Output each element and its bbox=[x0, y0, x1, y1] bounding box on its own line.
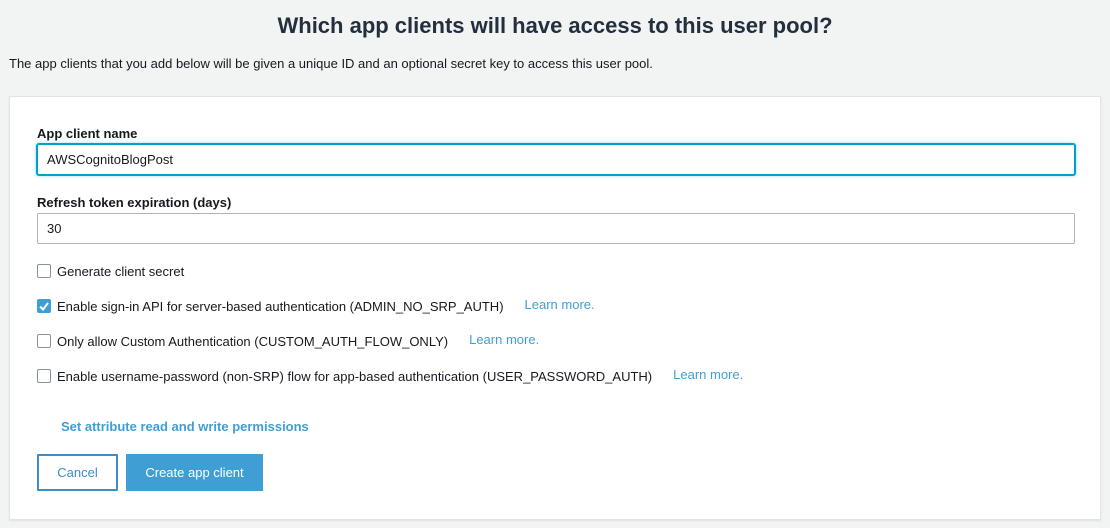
option-label: Enable username-password (non-SRP) flow … bbox=[57, 368, 653, 384]
refresh-token-label: Refresh token expiration (days) bbox=[37, 195, 232, 210]
page-title: Which app clients will have access to th… bbox=[277, 13, 833, 38]
create-app-client-button[interactable]: Create app client bbox=[126, 454, 263, 491]
set-attribute-permissions-link[interactable]: Set attribute read and write permissions bbox=[61, 419, 309, 434]
refresh-token-input[interactable] bbox=[37, 213, 1075, 244]
admin-no-srp-auth-checkbox[interactable] bbox=[37, 299, 51, 313]
app-client-name-label: App client name bbox=[37, 126, 138, 141]
option-label: Only allow Custom Authentication (CUSTOM… bbox=[57, 333, 449, 349]
option-generate-client-secret: Generate client secret bbox=[37, 263, 184, 279]
option-custom-auth-flow-only: Only allow Custom Authentication (CUSTOM… bbox=[37, 332, 539, 349]
checkmark-icon bbox=[39, 301, 49, 311]
learn-more-link[interactable]: Learn more. bbox=[469, 332, 539, 347]
cancel-button[interactable]: Cancel bbox=[37, 454, 118, 491]
option-label: Generate client secret bbox=[57, 263, 185, 279]
page-subtitle: The app clients that you add below will … bbox=[9, 56, 653, 71]
user-password-auth-checkbox[interactable] bbox=[37, 369, 51, 383]
custom-auth-flow-only-checkbox[interactable] bbox=[37, 334, 51, 348]
learn-more-link[interactable]: Learn more. bbox=[673, 367, 743, 382]
generate-client-secret-checkbox[interactable] bbox=[37, 264, 51, 278]
option-user-password-auth: Enable username-password (non-SRP) flow … bbox=[37, 367, 743, 384]
app-client-name-input[interactable] bbox=[37, 144, 1075, 175]
app-client-form-panel: App client name Refresh token expiration… bbox=[9, 96, 1101, 520]
option-admin-no-srp-auth: Enable sign-in API for server-based auth… bbox=[37, 297, 595, 314]
learn-more-link[interactable]: Learn more. bbox=[525, 297, 595, 312]
option-label: Enable sign-in API for server-based auth… bbox=[57, 298, 504, 314]
